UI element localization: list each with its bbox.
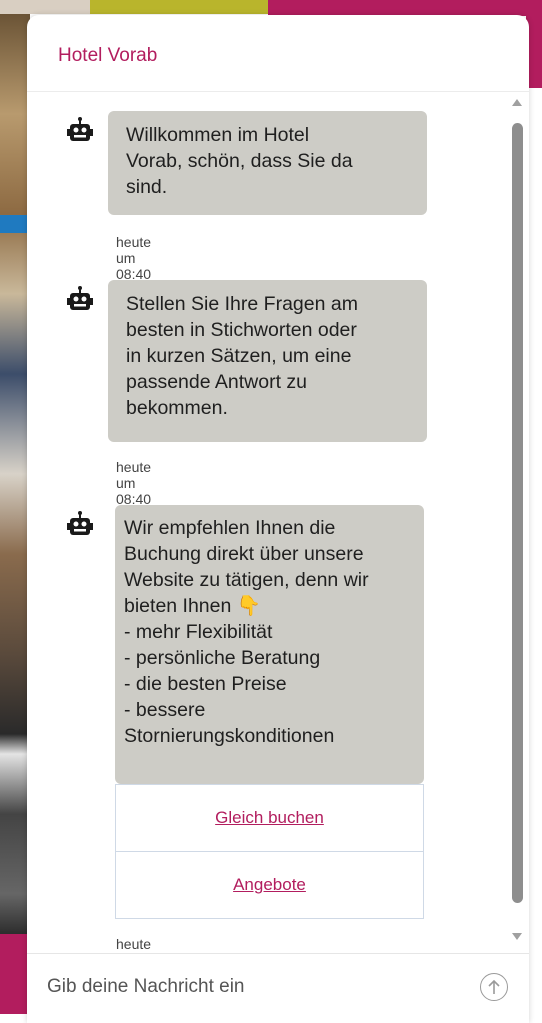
background-page-strip <box>90 0 268 14</box>
message-line: sind. <box>126 176 168 198</box>
quick-reply-link[interactable]: Angebote <box>233 875 306 895</box>
message-list[interactable]: Willkommen im Hotel Vorab, schön, dass S… <box>27 93 507 953</box>
message-line: Stellen Sie Ihre Fragen am <box>126 293 358 315</box>
message-line: in kurzen Sätzen, um eine <box>126 345 352 367</box>
message-input[interactable] <box>47 970 467 1004</box>
background-page-strip <box>0 0 90 14</box>
robot-icon <box>67 511 93 535</box>
message-composer <box>27 953 529 1023</box>
message-bubble: Willkommen im Hotel Vorab, schön, dass S… <box>108 111 427 215</box>
quick-reply-book-now[interactable]: Gleich buchen <box>115 784 424 852</box>
message-line: bekommen. <box>126 397 228 419</box>
message-line: - persönliche Beratung <box>124 647 321 669</box>
chat-header: Hotel Vorab <box>27 15 529 92</box>
message-line: Stornierungskonditionen <box>124 725 335 747</box>
background-page-strip <box>268 0 542 16</box>
message-line: Website zu tätigen, denn wir <box>124 569 369 591</box>
message-line: passende Antwort zu <box>126 371 308 393</box>
message-scrollbar[interactable] <box>509 95 525 955</box>
message-line: Willkommen im Hotel <box>126 124 310 146</box>
message-bubble: Wir empfehlen Ihnen die Buchung direkt ü… <box>115 505 424 784</box>
arrow-up-circle-icon <box>488 979 500 994</box>
background-page-image <box>0 14 30 1014</box>
background-page-strip <box>0 215 30 233</box>
message-line: Vorab, schön, dass Sie da <box>126 150 353 172</box>
scroll-up-arrow-icon[interactable] <box>512 99 522 106</box>
message-line: - die besten Preise <box>124 673 287 695</box>
scroll-down-arrow-icon[interactable] <box>512 933 522 940</box>
message-line: bieten Ihnen 👇 <box>124 595 262 617</box>
robot-icon <box>67 286 93 310</box>
message-line: - mehr Flexibilität <box>124 621 273 643</box>
robot-icon <box>67 117 93 141</box>
message-line: besten in Stichworten oder <box>126 319 357 341</box>
message-line: Buchung direkt über unsere <box>124 543 364 565</box>
quick-reply-link[interactable]: Gleich buchen <box>215 808 324 828</box>
quick-reply-offers[interactable]: Angebote <box>115 851 424 919</box>
message-timestamp: heute um 08:40 Uhr <box>116 936 152 953</box>
send-button[interactable] <box>480 973 508 1001</box>
chat-widget: Hotel Vorab Willkommen im Hotel Vorab, s… <box>27 15 529 1023</box>
message-bubble: Stellen Sie Ihre Fragen am besten in Sti… <box>108 280 427 442</box>
message-line: Wir empfehlen Ihnen die <box>124 517 336 539</box>
message-line: - bessere <box>124 699 206 721</box>
scrollbar-thumb[interactable] <box>512 123 523 903</box>
chat-title: Hotel Vorab <box>58 45 158 66</box>
